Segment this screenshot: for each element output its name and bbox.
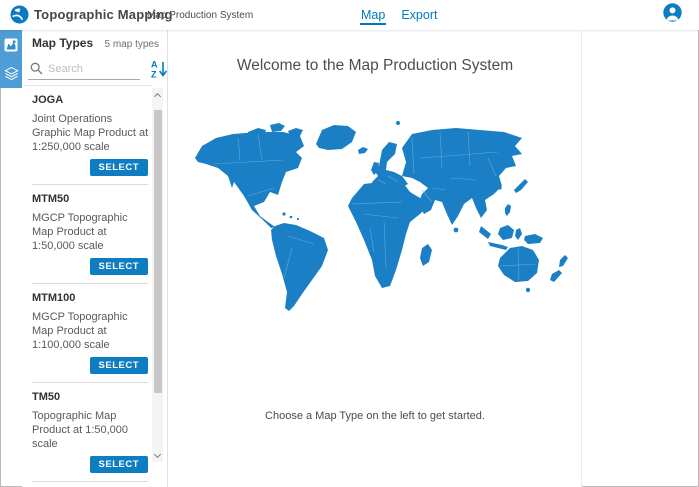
list-item-mtm100: MTM100 MGCP Topographic Map Product at 1… — [32, 284, 148, 383]
sidebar-scrollbar[interactable] — [152, 88, 163, 462]
scrollbar-thumb[interactable] — [154, 110, 162, 393]
map-types-tool-button[interactable] — [0, 30, 22, 59]
tab-export[interactable]: Export — [400, 2, 438, 28]
helper-text: Choose a Map Type on the left to get sta… — [168, 410, 582, 422]
scroll-up-icon[interactable] — [152, 88, 163, 102]
search-box — [28, 58, 140, 80]
a-z-sort-icon[interactable]: A Z — [150, 59, 168, 79]
map-type-name: MTM100 — [32, 292, 148, 304]
map-type-description: MGCP Topographic Map Product at 1:50,000… — [32, 211, 150, 253]
select-button-mtm50[interactable]: SELECT — [90, 258, 148, 275]
select-button-joga[interactable]: SELECT — [90, 159, 148, 176]
layers-icon — [4, 66, 19, 81]
map-icon — [4, 38, 18, 52]
map-type-description: MGCP Topographic Map Product at 1:100,00… — [32, 310, 150, 352]
user-avatar-icon[interactable] — [663, 3, 682, 22]
map-type-name: MTM50 — [32, 193, 148, 205]
header-tabs: Map Export — [360, 0, 438, 30]
app-subtitle: Map Production System — [147, 10, 253, 21]
svg-text:A: A — [151, 60, 158, 70]
search-input[interactable] — [48, 63, 136, 75]
select-button-tm50[interactable]: SELECT — [90, 456, 148, 473]
map-type-name: JOGA — [32, 94, 148, 106]
layers-tool-button[interactable] — [0, 59, 22, 88]
main-content: Welcome to the Map Production System — [168, 30, 582, 487]
world-map-graphic — [188, 118, 582, 316]
tab-map[interactable]: Map — [360, 2, 386, 28]
scroll-down-icon[interactable] — [152, 448, 163, 462]
app-header: Topographic Mapping Map Production Syste… — [0, 0, 699, 30]
map-type-name: TM50 — [32, 391, 148, 403]
map-types-panel: Map Types 5 map types A Z JOGA J — [22, 30, 168, 487]
map-type-list: JOGA Joint Operations Graphic Map Produc… — [22, 86, 168, 487]
map-type-count: 5 map types — [105, 39, 159, 50]
list-item-mtm50: MTM50 MGCP Topographic Map Product at 1:… — [32, 185, 148, 284]
welcome-heading: Welcome to the Map Production System — [168, 57, 582, 75]
app-window: Topographic Mapping Map Production Syste… — [0, 0, 699, 487]
tool-strip — [0, 30, 22, 88]
map-type-description: Topographic Map Product at 1:50,000 scal… — [32, 409, 150, 451]
panel-header: Map Types 5 map types — [32, 36, 159, 50]
panel-title: Map Types — [32, 36, 93, 50]
svg-text:Z: Z — [151, 70, 157, 80]
list-item-tm100: TM100 — [32, 482, 148, 487]
select-button-mtm100[interactable]: SELECT — [90, 357, 148, 374]
map-type-description: Joint Operations Graphic Map Product at … — [32, 112, 150, 154]
list-item-tm50: TM50 Topographic Map Product at 1:50,000… — [32, 383, 148, 482]
search-icon — [30, 62, 43, 75]
list-item-joga: JOGA Joint Operations Graphic Map Produc… — [32, 86, 148, 185]
app-logo-icon — [10, 5, 29, 24]
search-row: A Z — [28, 58, 160, 82]
